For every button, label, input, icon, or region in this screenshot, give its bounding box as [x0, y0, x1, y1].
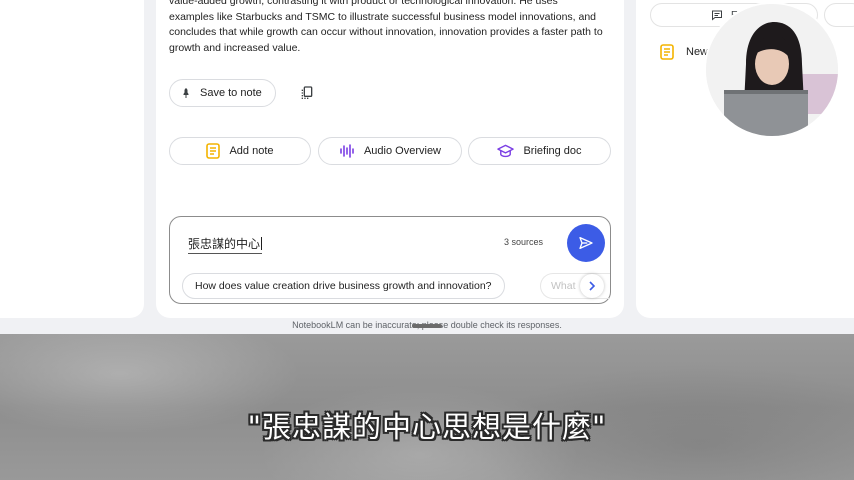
- copy-button[interactable]: [298, 84, 316, 102]
- response-line: growth and increased value.: [169, 41, 301, 54]
- audio-overview-label: Audio Overview: [363, 145, 442, 157]
- note-item[interactable]: New: [660, 44, 708, 60]
- chat-bubble-icon: [711, 9, 723, 21]
- pin-icon: [180, 87, 192, 99]
- sources-panel: [0, 0, 144, 318]
- save-to-note-label: Save to note: [200, 87, 262, 99]
- briefing-doc-button[interactable]: Briefing doc: [468, 137, 611, 165]
- response-line: examples like Starbucks and TSMC to illu…: [169, 10, 597, 23]
- chat-input[interactable]: 張忠謀的中心: [188, 235, 263, 254]
- note-icon: [206, 143, 221, 159]
- video-subtitle: "張忠謀的中心思想是什麼": [247, 410, 607, 444]
- chat-composer: 張忠謀的中心 3 sources How does value creation…: [169, 216, 611, 304]
- audio-wave-icon: [339, 144, 355, 158]
- chevron-right-icon: [587, 281, 597, 291]
- add-note-button[interactable]: Add note: [169, 137, 311, 165]
- response-line: concludes that while growth can occur wi…: [169, 26, 603, 39]
- chat-response: value-added growth, contrasting it with …: [169, 0, 614, 56]
- save-to-note-button[interactable]: Save to note: [169, 79, 276, 107]
- send-arrow-icon: [578, 235, 594, 251]
- suggested-question[interactable]: How does value creation drive business g…: [182, 273, 505, 299]
- resize-handle[interactable]: [412, 324, 442, 328]
- panel-tab[interactable]: [824, 3, 854, 27]
- source-count: 3 sources: [504, 237, 544, 247]
- text-caret: [261, 237, 263, 250]
- copy-icon: [299, 85, 315, 101]
- audio-overview-button[interactable]: Audio Overview: [318, 137, 462, 165]
- briefing-doc-label: Briefing doc: [523, 145, 582, 157]
- note-icon: [660, 44, 674, 60]
- response-line: value-added growth, contrasting it with …: [169, 0, 558, 7]
- graduation-cap-icon: [497, 144, 515, 158]
- chat-input-value: 張忠謀的中心: [188, 237, 261, 251]
- webcam-overlay: [706, 4, 838, 136]
- add-note-label: Add note: [229, 145, 274, 157]
- subtitle-background: "張忠謀的中心思想是什麼": [0, 334, 854, 480]
- suggestions-next-button[interactable]: [580, 274, 604, 298]
- send-button[interactable]: [567, 224, 605, 262]
- webcam-person-image: [706, 4, 838, 136]
- note-item-label: New: [686, 46, 709, 58]
